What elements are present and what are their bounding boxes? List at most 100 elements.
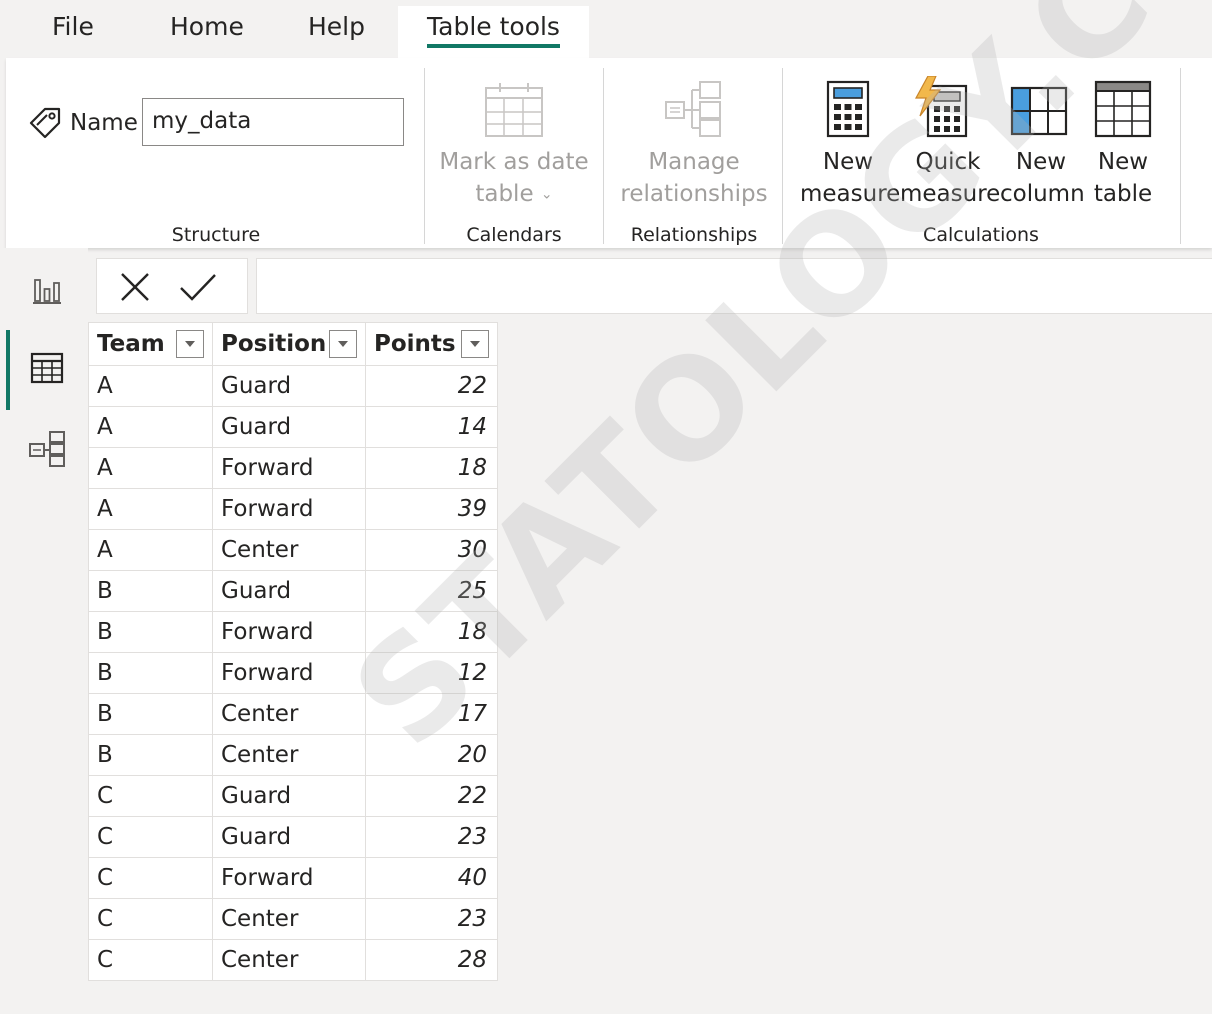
- mark-as-date-label-1: Mark as date: [439, 149, 589, 175]
- table-row: A Forward 18: [88, 447, 498, 489]
- formula-actions: [96, 258, 248, 314]
- cell-team[interactable]: A: [88, 365, 213, 407]
- table-row: B Forward 18: [88, 611, 498, 653]
- cell-team[interactable]: C: [88, 816, 213, 858]
- report-view-icon[interactable]: [32, 276, 62, 304]
- cell-position[interactable]: Center: [212, 939, 366, 981]
- quick-measure-label-1: Quick: [915, 149, 981, 175]
- cell-points[interactable]: 18: [365, 447, 498, 489]
- cell-points[interactable]: 22: [365, 365, 498, 407]
- group-label-calendars: Calendars: [466, 224, 562, 246]
- cell-points[interactable]: 20: [365, 734, 498, 776]
- cell-team[interactable]: B: [88, 693, 213, 735]
- cell-position[interactable]: Guard: [212, 775, 366, 817]
- cell-position[interactable]: Forward: [212, 857, 366, 899]
- new-measure-button[interactable]: New measure: [800, 146, 900, 210]
- data-table: Team Position Points A Guard 22 A Guard 14 A Fo…: [88, 322, 498, 981]
- cell-position[interactable]: Forward: [212, 652, 366, 694]
- tab-table-tools[interactable]: Table tools: [398, 6, 589, 58]
- cell-points[interactable]: 28: [365, 939, 498, 981]
- cell-points[interactable]: 39: [365, 488, 498, 530]
- mark-as-date-label-2: table: [475, 181, 534, 207]
- cell-position[interactable]: Center: [212, 734, 366, 776]
- manage-relationships-label-1: Manage: [648, 149, 740, 175]
- cell-position[interactable]: Guard: [212, 406, 366, 448]
- new-measure-label-1: New: [822, 149, 874, 175]
- cell-position[interactable]: Forward: [212, 488, 366, 530]
- new-column-label-2: column: [1000, 181, 1085, 207]
- filter-dropdown-icon[interactable]: [461, 330, 489, 358]
- new-table-label-1: New: [1097, 149, 1149, 175]
- cell-points[interactable]: 22: [365, 775, 498, 817]
- table-row: A Guard 22: [88, 365, 498, 407]
- cell-points[interactable]: 23: [365, 816, 498, 858]
- table-row: C Guard 22: [88, 775, 498, 817]
- column-header-label: Position: [221, 331, 327, 357]
- cell-team[interactable]: C: [88, 775, 213, 817]
- cell-points[interactable]: 23: [365, 898, 498, 940]
- cell-team[interactable]: C: [88, 939, 213, 981]
- new-table-button[interactable]: New table: [1086, 146, 1160, 210]
- tab-help[interactable]: Help: [308, 12, 365, 41]
- column-header-team[interactable]: Team: [88, 322, 213, 366]
- quick-measure-label-2: measure: [900, 181, 1001, 207]
- table-name-input[interactable]: my_data: [142, 98, 404, 146]
- table-view-icon[interactable]: [30, 352, 64, 384]
- ribbon: Name my_data Structure Mark as date tabl…: [6, 58, 1212, 248]
- table-row: C Forward 40: [88, 857, 498, 899]
- formula-input[interactable]: [256, 258, 1212, 314]
- cell-points[interactable]: 30: [365, 529, 498, 571]
- commit-check-icon[interactable]: [179, 271, 217, 303]
- column-header-position[interactable]: Position: [212, 322, 366, 366]
- cell-points[interactable]: 18: [365, 611, 498, 653]
- tab-home[interactable]: Home: [170, 12, 244, 41]
- table-row: A Forward 39: [88, 488, 498, 530]
- manage-relationships-button[interactable]: Manage relationships: [616, 146, 772, 210]
- column-header-points[interactable]: Points: [365, 322, 498, 366]
- quick-measure-icon: [914, 76, 968, 138]
- new-column-button[interactable]: New column: [1000, 146, 1085, 210]
- cell-position[interactable]: Center: [212, 529, 366, 571]
- tab-file[interactable]: File: [52, 12, 94, 41]
- cell-points[interactable]: 14: [365, 406, 498, 448]
- cell-team[interactable]: A: [88, 406, 213, 448]
- table-row: C Guard 23: [88, 816, 498, 858]
- filter-dropdown-icon[interactable]: [329, 330, 357, 358]
- mark-as-date-table-button[interactable]: Mark as date table ⌄: [438, 146, 590, 211]
- cell-position[interactable]: Forward: [212, 611, 366, 653]
- model-view-icon[interactable]: [28, 430, 66, 468]
- cell-team[interactable]: B: [88, 652, 213, 694]
- header-row: Team Position Points: [88, 322, 498, 366]
- name-label: Name: [70, 110, 138, 136]
- cancel-icon[interactable]: [119, 271, 151, 303]
- cell-team[interactable]: C: [88, 898, 213, 940]
- cell-points[interactable]: 17: [365, 693, 498, 735]
- tag-icon: [29, 107, 61, 139]
- cell-team[interactable]: A: [88, 529, 213, 571]
- cell-points[interactable]: 25: [365, 570, 498, 612]
- cell-team[interactable]: B: [88, 570, 213, 612]
- table-row: B Center 17: [88, 693, 498, 735]
- manage-relationships-label-2: relationships: [620, 181, 768, 207]
- cell-position[interactable]: Center: [212, 693, 366, 735]
- cell-team[interactable]: B: [88, 611, 213, 653]
- quick-measure-button[interactable]: Quick measure: [900, 146, 1001, 210]
- data-grid: Team Position Points A Guard 22 A Guard 14 A Fo…: [88, 322, 498, 981]
- cell-points[interactable]: 12: [365, 652, 498, 694]
- cell-team[interactable]: C: [88, 857, 213, 899]
- cell-points[interactable]: 40: [365, 857, 498, 899]
- cell-position[interactable]: Center: [212, 898, 366, 940]
- filter-dropdown-icon[interactable]: [176, 330, 204, 358]
- group-label-calculations: Calculations: [923, 224, 1039, 246]
- separator: [424, 68, 425, 244]
- table-row: C Center 23: [88, 898, 498, 940]
- cell-team[interactable]: A: [88, 447, 213, 489]
- cell-position[interactable]: Guard: [212, 816, 366, 858]
- cell-position[interactable]: Forward: [212, 447, 366, 489]
- group-label-structure: Structure: [171, 224, 261, 246]
- tab-table-tools-label: Table tools: [427, 12, 560, 48]
- cell-position[interactable]: Guard: [212, 365, 366, 407]
- cell-team[interactable]: A: [88, 488, 213, 530]
- cell-team[interactable]: B: [88, 734, 213, 776]
- cell-position[interactable]: Guard: [212, 570, 366, 612]
